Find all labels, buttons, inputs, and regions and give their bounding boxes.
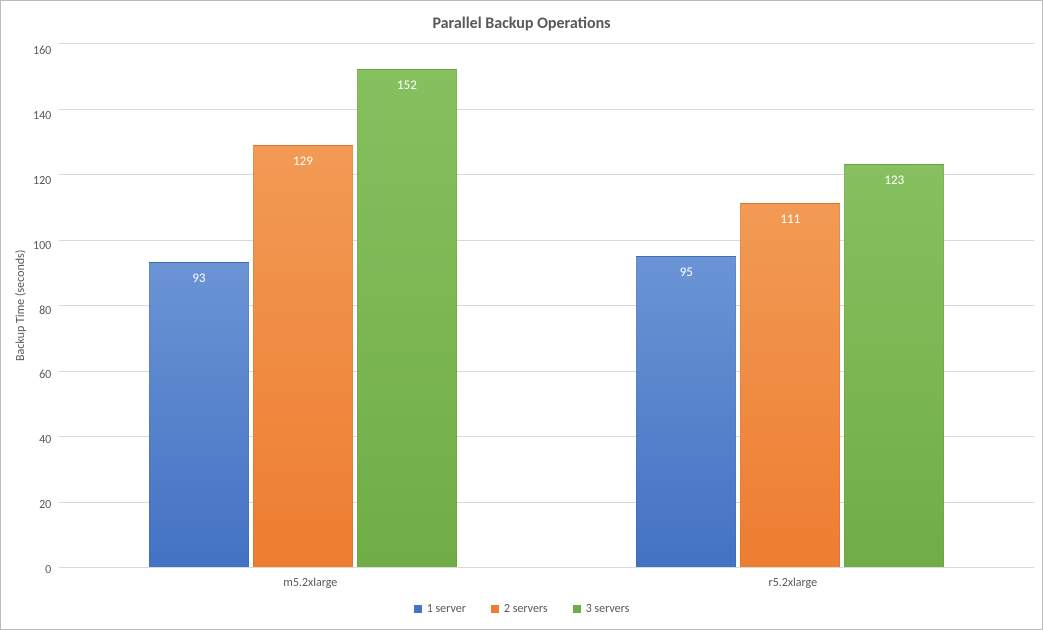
x-axis: m5.2xlarge r5.2xlarge [9,576,1034,590]
y-tick: 0 [33,570,51,571]
bar-value-label: 123 [884,173,904,188]
y-tick: 140 [33,116,51,117]
y-tick: 160 [33,51,51,52]
x-tick: r5.2xlarge [552,576,1035,590]
bar-1server-m5: 93 [149,262,249,567]
chart-body: Backup Time (seconds) 160 140 120 100 80… [9,43,1034,568]
bar-3servers-r5: 123 [844,164,944,567]
legend-swatch-icon [414,605,422,613]
chart-title: Parallel Backup Operations [9,9,1034,43]
legend-item-1server: 1 server [414,602,466,616]
bar-value-label: 152 [397,78,417,93]
legend-label: 1 server [427,602,466,616]
legend-label: 2 servers [504,602,548,616]
chart-container: Parallel Backup Operations Backup Time (… [1,1,1042,629]
y-tick: 100 [33,246,51,247]
y-axis: 160 140 120 100 80 60 40 20 0 [33,43,59,568]
bars-area: 93 129 152 95 111 [59,43,1034,567]
legend-item-3servers: 3 servers [573,602,630,616]
bar-2servers-m5: 129 [253,145,353,567]
bar-2servers-r5: 111 [740,203,840,567]
legend-item-2servers: 2 servers [491,602,548,616]
bar-group-m5: 93 129 152 [59,43,546,567]
y-tick: 60 [33,375,51,376]
legend-swatch-icon [573,605,581,613]
y-tick: 80 [33,311,51,312]
legend: 1 server 2 servers 3 servers [9,590,1034,621]
y-tick: 40 [33,440,51,441]
bar-value-label: 95 [680,265,693,280]
y-tick: 120 [33,181,51,182]
bar-group-r5: 95 111 123 [547,43,1034,567]
y-axis-label: Backup Time (seconds) [9,43,33,568]
bar-1server-r5: 95 [636,256,736,567]
x-tick: m5.2xlarge [69,576,552,590]
plot-area: 93 129 152 95 111 [59,43,1034,568]
bar-value-label: 111 [780,212,800,227]
legend-swatch-icon [491,605,499,613]
bar-3servers-m5: 152 [357,69,457,567]
legend-label: 3 servers [586,602,630,616]
bar-value-label: 93 [192,271,205,286]
bar-value-label: 129 [293,154,313,169]
y-tick: 20 [33,505,51,506]
